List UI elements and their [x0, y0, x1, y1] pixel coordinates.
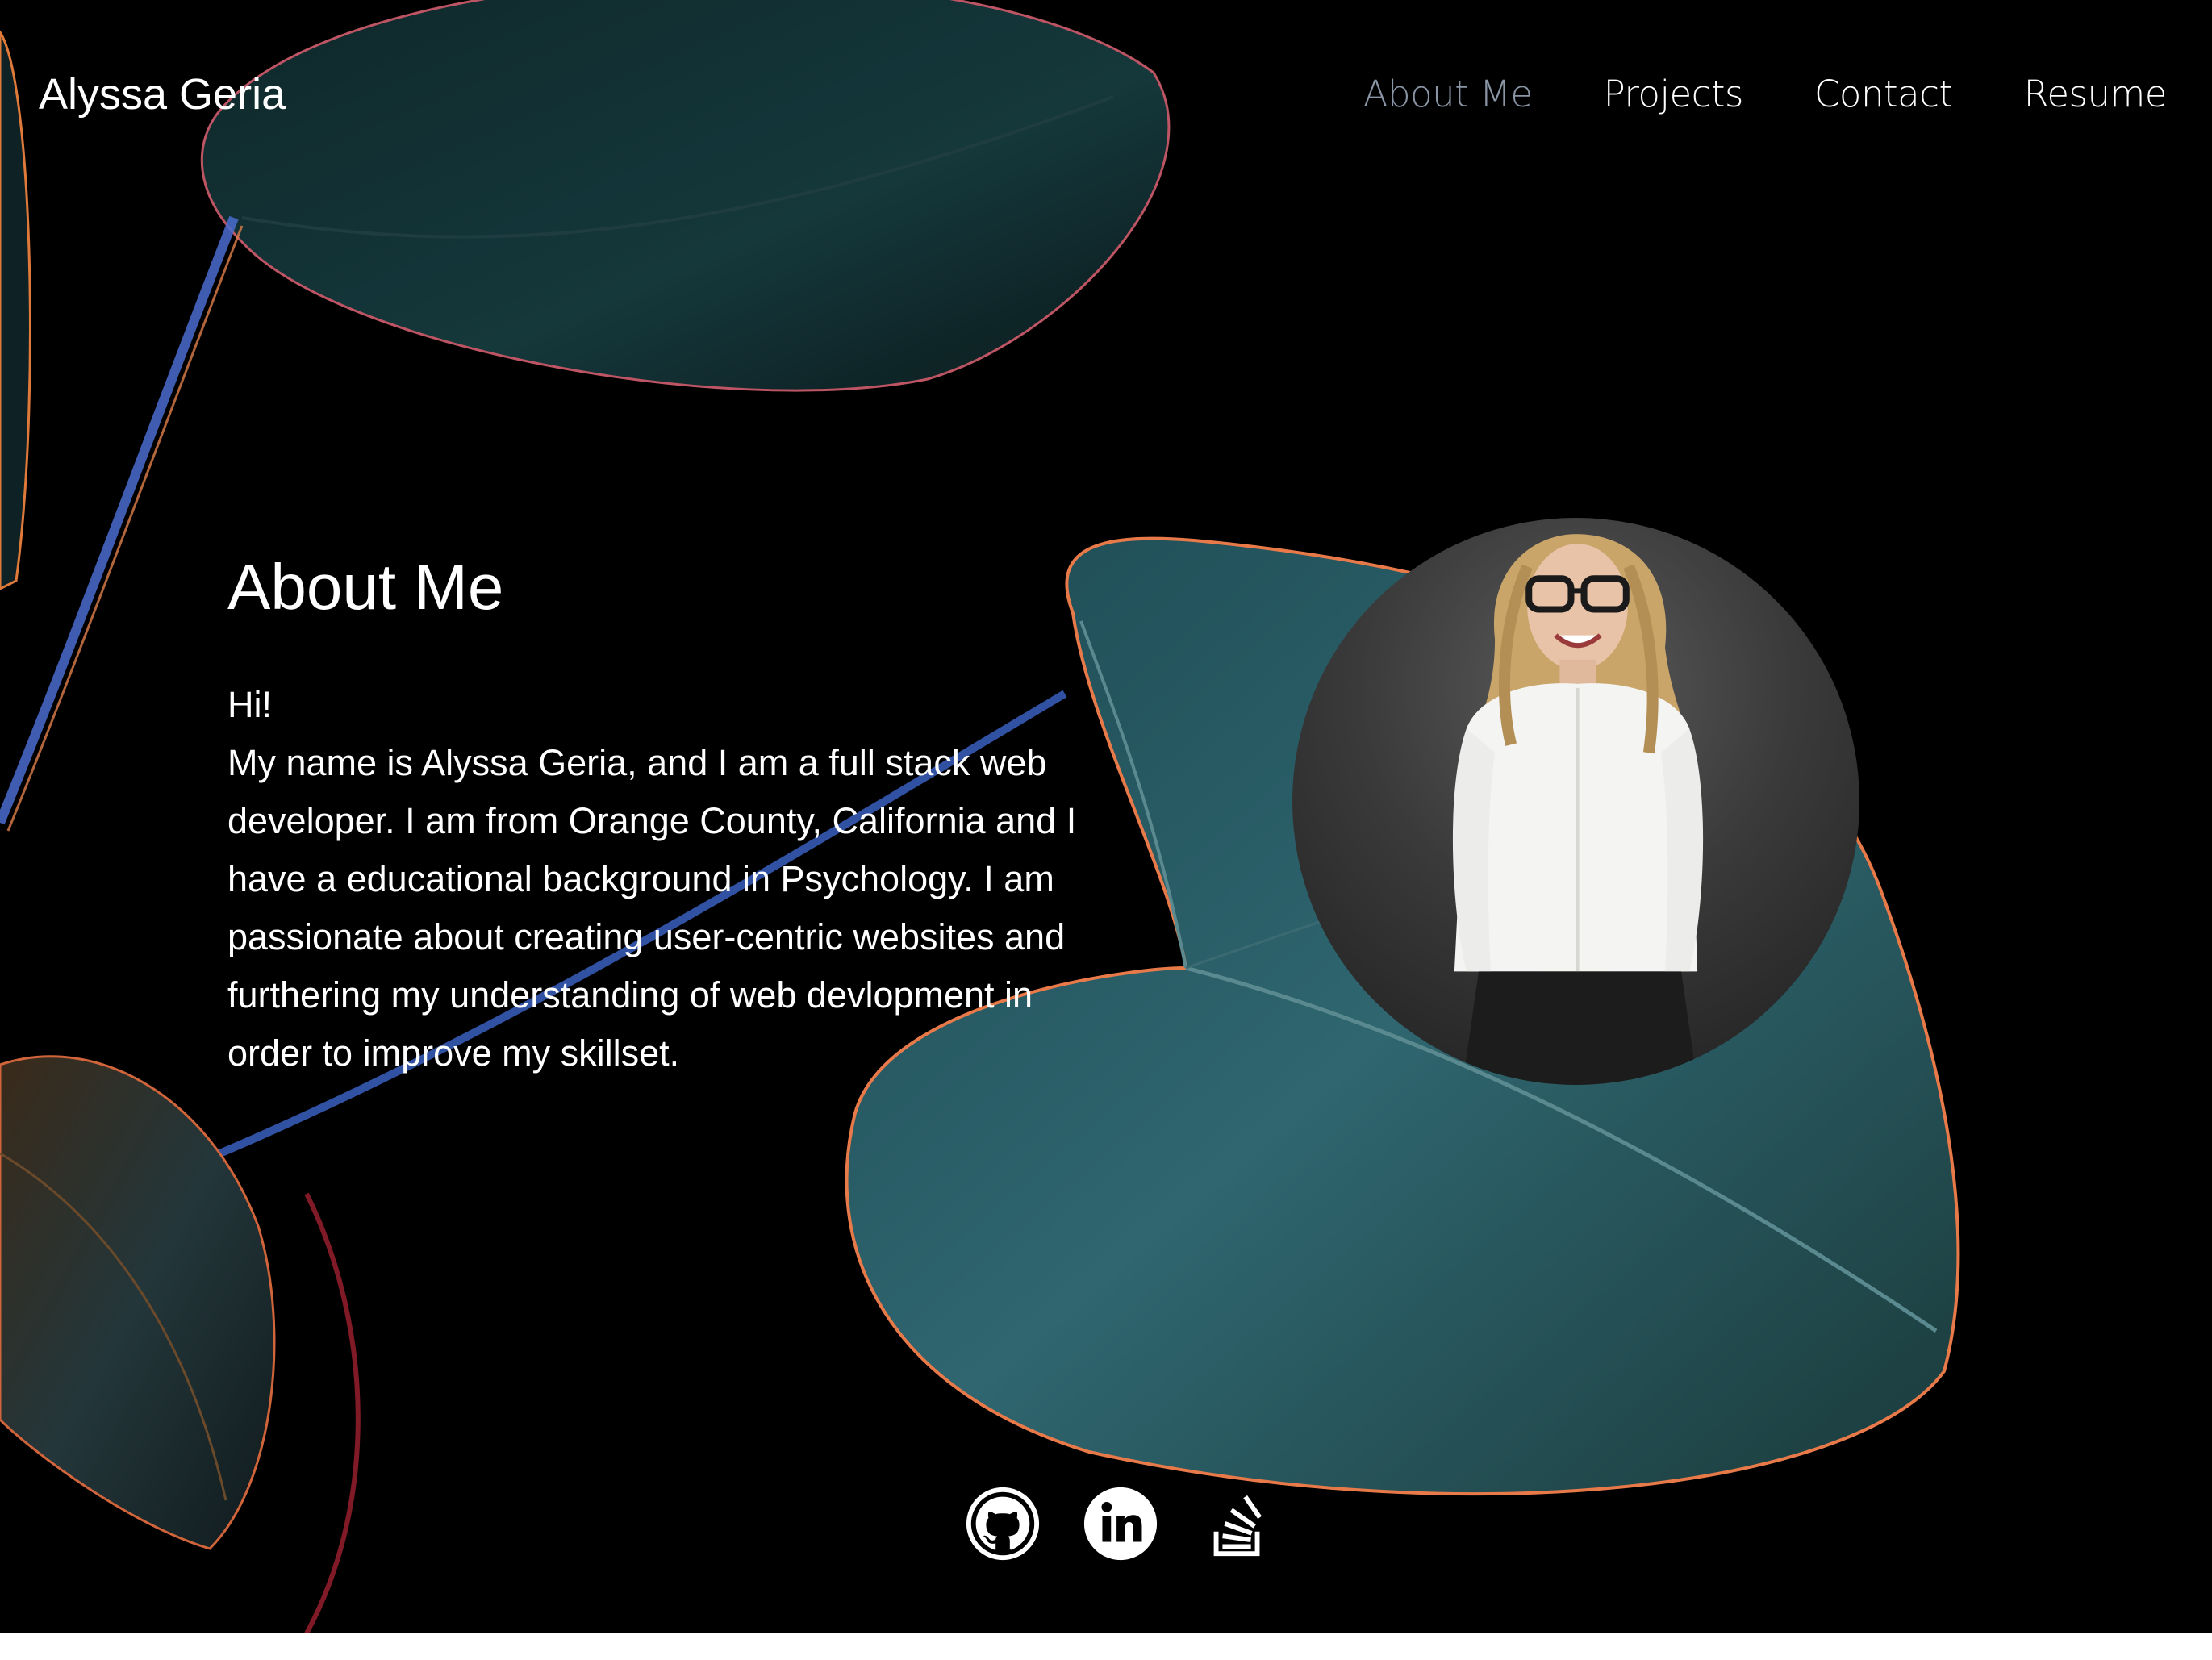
stackoverflow-icon [1213, 1495, 1263, 1557]
linkedin-link[interactable] [1081, 1484, 1160, 1563]
github-icon [966, 1487, 1040, 1561]
nav-link-resume[interactable]: Resume [2024, 73, 2168, 115]
nav-item-about-me: About Me [1363, 66, 1533, 123]
linkedin-icon [1083, 1487, 1158, 1561]
stackoverflow-link[interactable] [1199, 1484, 1278, 1563]
nav-item-projects: Projects [1604, 66, 1744, 123]
about-body: My name is Alyssa Geria, and I am a full… [227, 742, 1077, 1074]
nav-item-resume: Resume [2024, 66, 2168, 123]
nav-link-projects[interactable]: Projects [1604, 73, 1744, 115]
hero-section: Alyssa Geria About Me Projects Contact R… [0, 0, 2212, 1633]
nav-link-about-me[interactable]: About Me [1363, 73, 1533, 115]
site-brand-logo[interactable]: Alyssa Geria [39, 66, 286, 123]
nav-link-contact[interactable]: Contact [1814, 73, 1953, 115]
social-links [963, 1484, 1278, 1563]
about-greeting: Hi! [227, 684, 272, 725]
profile-photo [1292, 518, 1859, 1085]
nav-item-contact: Contact [1814, 66, 1953, 123]
about-heading: About Me [227, 551, 504, 623]
main-nav: About Me Projects Contact Resume [1363, 66, 2168, 123]
github-link[interactable] [963, 1484, 1042, 1563]
about-description: Hi! My name is Alyssa Geria, and I am a … [227, 676, 1107, 1082]
profile-person-image [1452, 534, 1704, 1085]
